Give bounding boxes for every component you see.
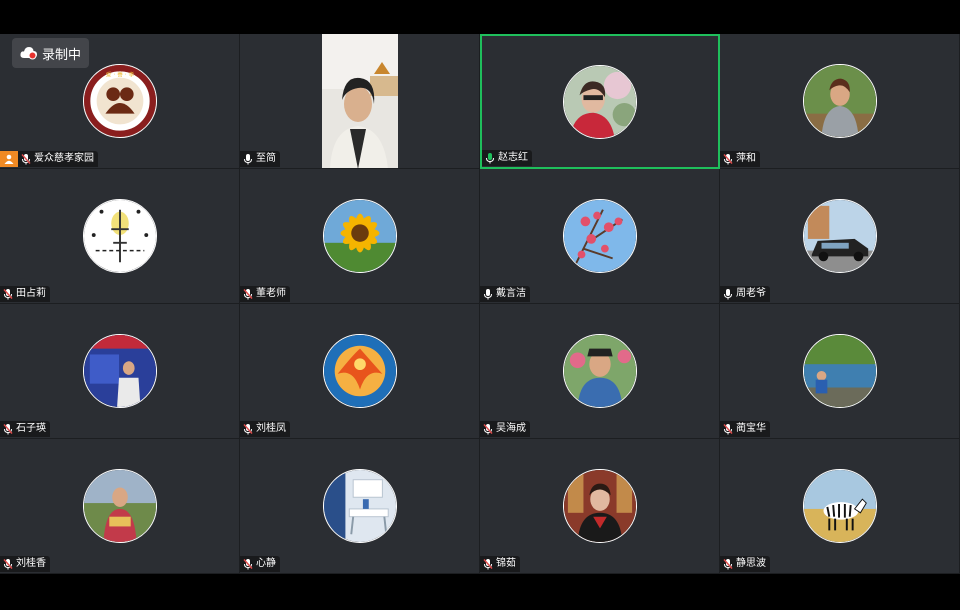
mic-muted-icon <box>3 289 13 300</box>
participant-namebar: 周老爷 <box>720 286 770 302</box>
mic-muted-icon <box>3 559 13 570</box>
mic-icon <box>484 289 492 300</box>
mic-muted-icon <box>3 424 13 435</box>
participant-avatar <box>82 469 157 543</box>
cloud-record-icon <box>20 47 37 60</box>
participant-name: 石子瑛 <box>16 423 46 434</box>
participant-name: 萍和 <box>736 153 756 164</box>
mic-muted-icon <box>243 424 253 435</box>
participant-tile[interactable]: 吴海成 <box>480 304 720 439</box>
mic-muted-icon <box>483 424 493 435</box>
participant-tile[interactable]: 萍和 <box>720 34 960 169</box>
participant-namebar: 爱众慈孝家园 <box>18 151 98 167</box>
participant-namebar: 萍和 <box>720 151 760 167</box>
mic-icon <box>244 154 252 165</box>
participant-avatar <box>802 334 877 408</box>
participant-avatar <box>562 199 637 273</box>
participant-namebar: 刘桂凤 <box>240 421 290 437</box>
participant-tile[interactable]: 刘桂凤 <box>240 304 480 439</box>
participant-name: 刘桂凤 <box>256 423 286 434</box>
participant-name: 至简 <box>256 153 276 164</box>
recording-label: 录制中 <box>42 47 82 63</box>
participant-tile-active-speaker[interactable]: 赵志红 <box>480 34 720 169</box>
svg-text:爱 · 善 · 孝: 爱 · 善 · 孝 <box>105 71 134 79</box>
participant-tile[interactable]: 戴言洁 <box>480 169 720 304</box>
participant-name: 田占莉 <box>16 288 46 299</box>
participant-namebar: 蔺宝华 <box>720 421 770 437</box>
person-icon <box>4 154 14 164</box>
participant-avatar <box>322 199 397 273</box>
mic-muted-icon <box>21 154 31 165</box>
mic-muted-icon <box>483 559 493 570</box>
mic-icon <box>724 289 732 300</box>
participant-name: 董老师 <box>256 288 286 299</box>
participant-name: 蔺宝华 <box>736 423 766 434</box>
participant-avatar <box>82 334 157 408</box>
participant-tile[interactable]: 心静 <box>240 439 480 574</box>
participant-namebar: 心静 <box>240 556 280 572</box>
mic-muted-icon <box>243 559 253 570</box>
participant-avatar <box>82 199 157 273</box>
participant-name: 吴海成 <box>496 423 526 434</box>
participant-avatar: 爱 · 善 · 孝 <box>82 64 157 138</box>
participant-name: 锦茹 <box>496 558 516 569</box>
participant-avatar <box>802 199 877 273</box>
participant-tile[interactable]: 蔺宝华 <box>720 304 960 439</box>
participant-tile[interactable]: 田占莉 <box>0 169 240 304</box>
participant-avatar <box>322 469 397 543</box>
mic-muted-icon <box>723 559 733 570</box>
participant-namebar: 石子瑛 <box>0 421 50 437</box>
recording-indicator[interactable]: 录制中 <box>12 38 90 68</box>
participant-name: 静思波 <box>736 558 766 569</box>
participant-name: 戴言洁 <box>496 288 526 299</box>
participant-video <box>322 34 398 168</box>
participant-avatar <box>322 334 397 408</box>
mic-muted-icon <box>243 289 253 300</box>
host-badge <box>0 151 18 167</box>
mic-muted-icon <box>723 424 733 435</box>
participant-namebar: 锦茹 <box>480 556 520 572</box>
participant-grid: 爱 · 善 · 孝 爱众慈孝家园 至简 赵志红 萍和 田占莉 董老师 戴言洁 周… <box>0 34 960 574</box>
participant-name: 心静 <box>256 558 276 569</box>
participant-tile[interactable]: 锦茹 <box>480 439 720 574</box>
participant-avatar <box>563 64 637 139</box>
participant-tile[interactable]: 周老爷 <box>720 169 960 304</box>
participant-avatar <box>562 469 637 543</box>
participant-namebar: 至简 <box>240 151 280 167</box>
participant-avatar <box>802 64 877 138</box>
participant-name: 赵志红 <box>498 152 528 163</box>
participant-namebar: 田占莉 <box>0 286 50 302</box>
participant-avatar <box>562 334 637 408</box>
participant-tile[interactable]: 石子瑛 <box>0 304 240 439</box>
participant-avatar <box>802 469 877 543</box>
mic-muted-icon <box>723 154 733 165</box>
mic-active-icon <box>486 153 494 164</box>
participant-name: 周老爷 <box>736 288 766 299</box>
participant-namebar: 赵志红 <box>482 150 532 166</box>
participant-namebar: 戴言洁 <box>480 286 530 302</box>
participant-tile[interactable]: 刘桂香 <box>0 439 240 574</box>
participant-namebar: 董老师 <box>240 286 290 302</box>
participant-namebar: 刘桂香 <box>0 556 50 572</box>
participant-tile[interactable]: 董老师 <box>240 169 480 304</box>
participant-name: 刘桂香 <box>16 558 46 569</box>
participant-namebar: 吴海成 <box>480 421 530 437</box>
participant-tile[interactable]: 至简 <box>240 34 480 169</box>
participant-tile[interactable]: 静思波 <box>720 439 960 574</box>
participant-namebar: 静思波 <box>720 556 770 572</box>
participant-name: 爱众慈孝家园 <box>34 153 94 164</box>
